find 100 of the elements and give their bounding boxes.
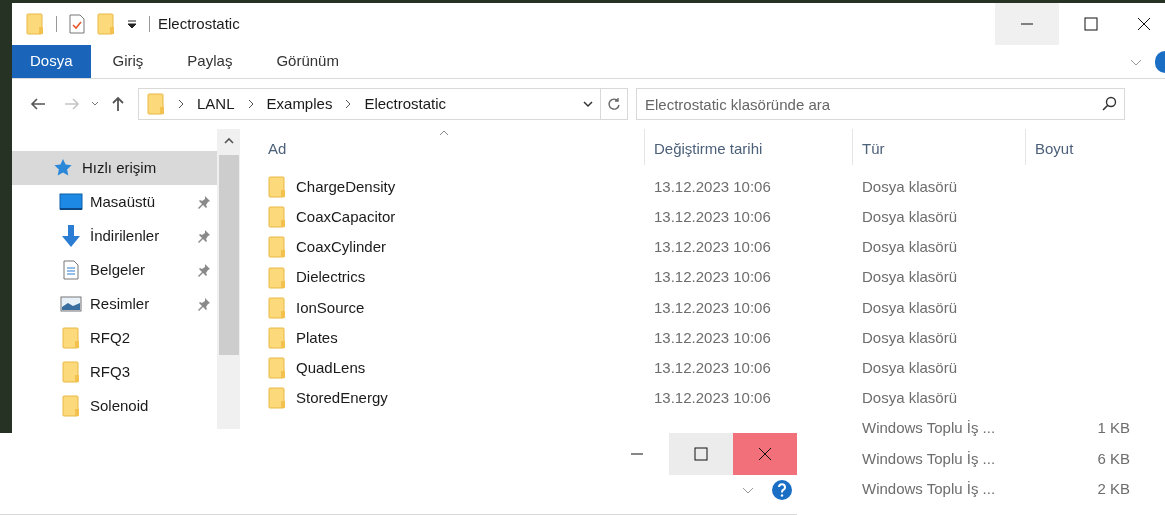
nav-item[interactable]: Masaüstü <box>12 185 217 219</box>
nav-label: RFQ2 <box>90 327 130 348</box>
ribbon-tab[interactable]: Görünüm <box>254 45 361 78</box>
folder-icon <box>268 236 286 259</box>
modified-date: 13.12.2023 10:06 <box>654 298 771 316</box>
file-type: Windows Toplu İş ... <box>862 449 996 467</box>
breadcrumb-item[interactable]: Electrostatic <box>364 92 447 116</box>
down-arrow-icon <box>61 224 81 248</box>
file-name[interactable]: CoaxCapacitor <box>296 206 396 229</box>
folder-icon <box>268 296 286 319</box>
properties-icon[interactable] <box>69 14 85 34</box>
chevron-right-icon[interactable] <box>344 99 353 109</box>
breadcrumb-item[interactable]: LANL <box>197 92 235 116</box>
chevron-right-icon[interactable] <box>177 99 185 109</box>
column-header[interactable]: Boyut <box>1025 129 1140 165</box>
file-type: Dosya klasörü <box>862 238 958 256</box>
star-icon <box>53 158 73 178</box>
modified-date: 13.12.2023 10:06 <box>654 389 771 407</box>
maximize-icon <box>1084 17 1098 31</box>
folder-icon <box>62 395 80 417</box>
nav-label: Resimler <box>90 293 150 314</box>
file-type: Windows Toplu İş ... <box>862 479 996 497</box>
folder-icon <box>268 176 286 199</box>
nav-label: Hızlı erişim <box>82 157 157 178</box>
nav-item[interactable]: Solenoid <box>12 389 217 423</box>
close-icon <box>758 447 772 461</box>
ribbon-tab[interactable]: Paylaş <box>165 45 255 78</box>
scrollbar[interactable] <box>217 129 240 429</box>
ribbon-tab[interactable]: Dosya <box>12 45 91 78</box>
modified-date: 13.12.2023 10:06 <box>654 268 771 286</box>
file-size: 2 KB <box>1097 478 1130 499</box>
back-arrow-icon[interactable] <box>30 96 46 112</box>
nav-item[interactable]: İndirilenler <box>12 219 217 253</box>
folder-icon <box>268 387 286 410</box>
folder-icon <box>62 327 80 349</box>
folder-icon <box>62 361 80 383</box>
file-type: Dosya klasörü <box>862 358 958 376</box>
modified-date: 13.12.2023 10:06 <box>654 238 771 256</box>
file-size: 6 KB <box>1097 448 1130 469</box>
nav-label: Belgeler <box>90 259 146 280</box>
file-name[interactable]: ChargeDensity <box>296 175 396 199</box>
monitor-icon <box>59 193 83 211</box>
search-field[interactable]: Electrostatic klasöründe ara <box>636 88 1125 120</box>
maximize-button[interactable] <box>669 433 733 475</box>
chevron-right-icon[interactable] <box>246 99 255 109</box>
nav-item[interactable]: Resimler <box>12 287 217 321</box>
picture-icon <box>60 296 82 312</box>
file-type: Dosya klasörü <box>862 298 958 316</box>
file-name[interactable]: Plates <box>296 326 338 350</box>
search-icon[interactable] <box>1101 96 1117 112</box>
nav-item[interactable]: Hızlı erişim <box>12 151 217 185</box>
new-folder-icon <box>97 13 115 35</box>
modified-date: 13.12.2023 10:06 <box>654 328 771 346</box>
folder-icon <box>147 93 165 115</box>
sort-up-icon[interactable] <box>438 129 450 137</box>
close-icon <box>1137 17 1151 31</box>
folder-icon <box>268 266 286 289</box>
column-header[interactable]: Değiştirme tarihi <box>644 129 852 165</box>
file-name[interactable]: Dielectrics <box>296 266 366 289</box>
file-size: 1 KB <box>1097 418 1130 439</box>
nav-label: Solenoid <box>90 395 149 416</box>
nav-label: İndirilenler <box>90 225 160 246</box>
chevron-down-icon[interactable] <box>582 98 594 110</box>
address-field[interactable]: LANL Examples Electrostatic <box>138 88 628 120</box>
breadcrumb-item[interactable]: Examples <box>266 92 333 116</box>
folder-icon <box>268 357 286 380</box>
file-name[interactable]: IonSource <box>296 296 365 320</box>
file-type: Dosya klasörü <box>862 177 958 195</box>
modified-date: 13.12.2023 10:06 <box>654 208 771 226</box>
file-type: Windows Toplu İş ... <box>862 419 996 437</box>
file-name[interactable]: QuadLens <box>296 356 366 380</box>
file-type: Dosya klasörü <box>862 208 958 226</box>
folder-icon <box>26 13 44 35</box>
file-name[interactable]: StoredEnergy <box>296 387 388 410</box>
window-title: Electrostatic <box>158 13 240 34</box>
document-icon <box>63 260 79 280</box>
folder-icon <box>268 206 286 229</box>
column-header[interactable]: Tür <box>852 129 1025 165</box>
ribbon-tab[interactable]: Giriş <box>90 45 166 78</box>
scroll-thumb[interactable] <box>218 155 239 355</box>
nav-item[interactable]: RFQ3 <box>12 355 217 389</box>
nav-item[interactable]: Belgeler <box>12 253 217 287</box>
maximize-icon <box>694 447 708 461</box>
column-header[interactable]: Ad <box>268 129 644 165</box>
file-type: Dosya klasörü <box>862 389 958 407</box>
modified-date: 13.12.2023 10:06 <box>654 358 771 376</box>
pin-icon[interactable] <box>197 229 211 243</box>
folder-icon <box>268 327 286 350</box>
nav-label: Masaüstü <box>90 191 156 212</box>
dropdown-arrow-icon[interactable] <box>127 19 137 29</box>
pin-icon[interactable] <box>197 263 211 277</box>
up-arrow-icon[interactable] <box>110 96 126 112</box>
nav-item[interactable]: RFQ2 <box>12 321 217 355</box>
file-type: Dosya klasörü <box>862 328 958 346</box>
file-name[interactable]: CoaxCylinder <box>296 236 387 259</box>
refresh-icon[interactable] <box>607 97 621 111</box>
pin-icon[interactable] <box>197 195 211 209</box>
nav-label: RFQ3 <box>90 361 130 382</box>
pin-icon[interactable] <box>197 297 211 311</box>
file-type: Dosya klasörü <box>862 268 958 286</box>
